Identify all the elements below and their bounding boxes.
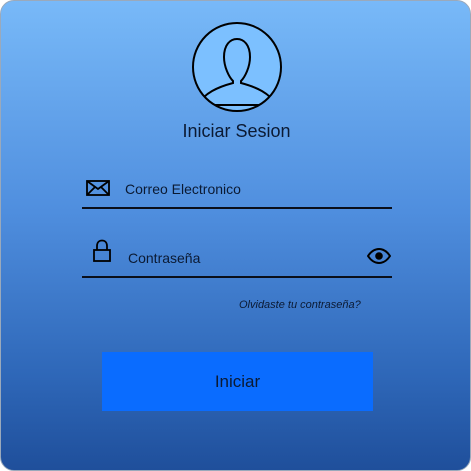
envelope-icon bbox=[86, 180, 110, 196]
padlock-icon bbox=[93, 239, 111, 262]
password-field bbox=[82, 239, 392, 278]
forgot-password-link[interactable]: Olvidaste tu contraseña? bbox=[239, 299, 361, 311]
user-avatar-icon bbox=[192, 22, 282, 112]
eye-icon[interactable] bbox=[367, 248, 391, 264]
page-title: Iniciar Sesion bbox=[182, 121, 291, 141]
login-button[interactable]: Iniciar bbox=[102, 352, 373, 411]
password-input[interactable] bbox=[128, 244, 358, 272]
email-input[interactable] bbox=[125, 175, 385, 203]
login-card: Iniciar Sesion Olvidaste tu contraseña? … bbox=[0, 0, 471, 471]
email-field bbox=[82, 175, 392, 209]
